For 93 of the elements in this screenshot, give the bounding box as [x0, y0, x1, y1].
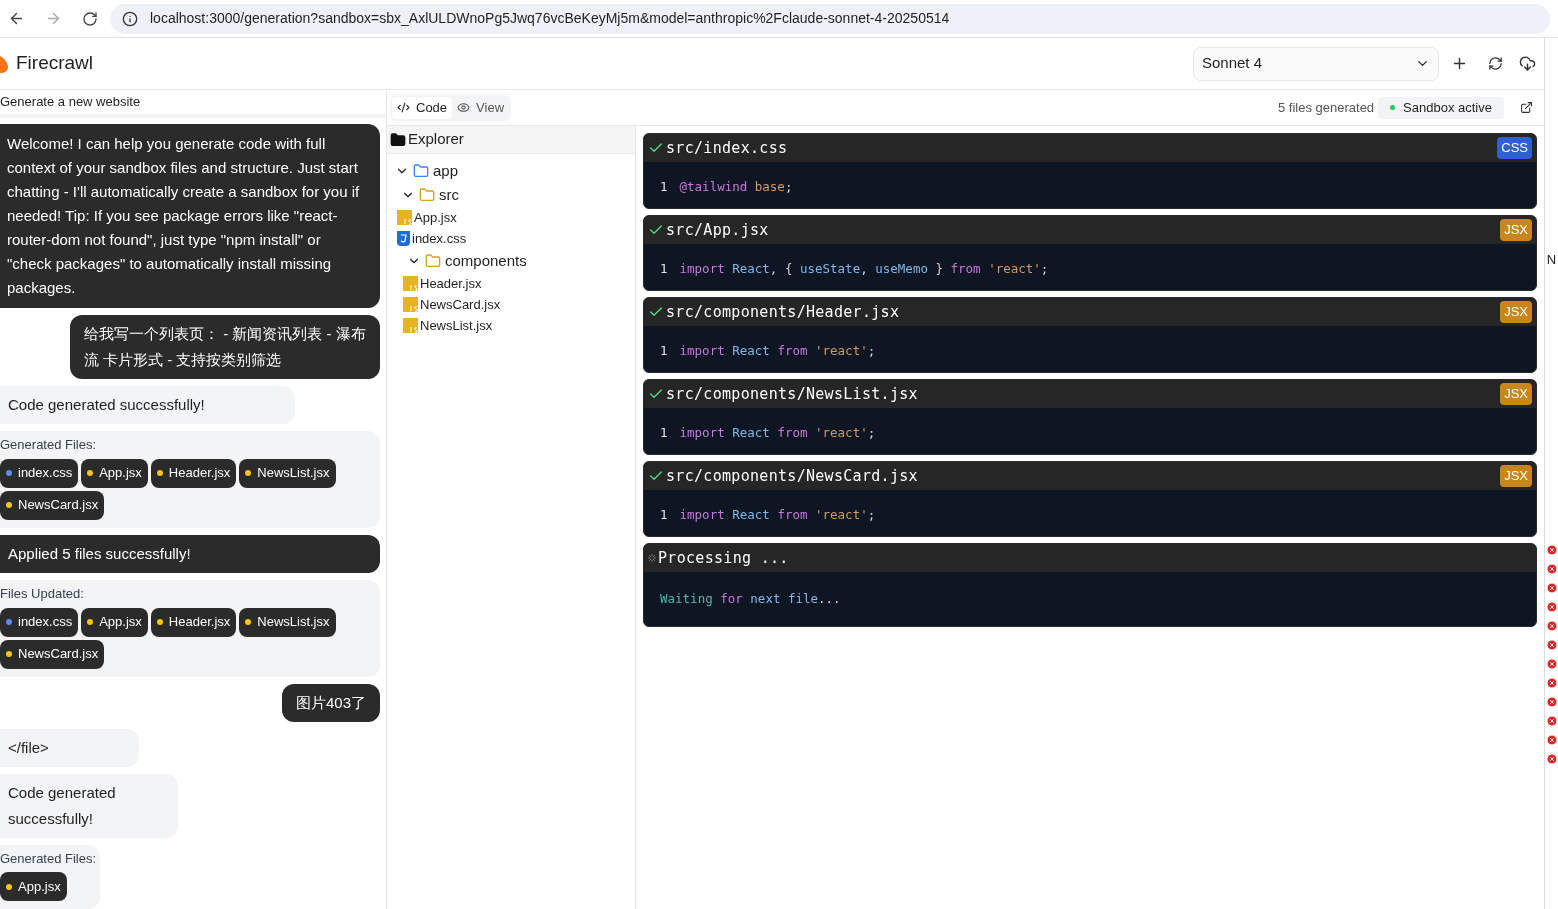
js-file-icon [403, 297, 418, 312]
file-chip[interactable]: App.jsx [81, 458, 148, 488]
explorer-title: Explorer [408, 129, 464, 150]
line-number: 1 [660, 505, 668, 524]
add-icon[interactable] [1451, 55, 1468, 72]
file-item[interactable]: index.css [387, 228, 635, 249]
file-name: Header.jsx [168, 464, 231, 483]
language-badge: JSX [1500, 301, 1532, 323]
file-item[interactable]: Header.jsx [387, 273, 635, 294]
sandbox-status: Sandbox active [1378, 96, 1504, 119]
file-name: App.jsx [99, 464, 142, 483]
back-icon[interactable] [8, 10, 25, 27]
file-name: NewsCard.jsx [18, 496, 99, 515]
file-name: index.css [18, 464, 73, 483]
brand-name: Firecrawl [16, 51, 94, 76]
code-icon [397, 101, 410, 114]
line-number: 1 [660, 341, 668, 360]
code-line: @tailwind base; [679, 177, 793, 196]
file-name: index.css [18, 613, 73, 632]
js-file-icon [397, 210, 412, 225]
folder-icon [425, 253, 441, 269]
file-chip[interactable]: index.css [0, 607, 79, 637]
url-text: localhost:3000/generation?sandbox=sbx_AxlULDWnoPg5Jwq76vcBeKeyMj5m&model=anthropic%2Fclaude-sonnet-4-20250514 [150, 9, 950, 28]
file-path: Processing ... [658, 547, 789, 569]
status-message: Code generated successfully! [0, 773, 178, 838]
line-number: 1 [660, 259, 668, 278]
tab[interactable]: Code [392, 96, 453, 119]
code-line: import React from 'react'; [679, 505, 876, 524]
user-message: 给我写一个列表页： - 新闻资讯列表 - 瀑布流 卡片形式 - 支持按类别筛选 [70, 315, 380, 379]
file-path: src/components/NewsCard.jsx [666, 465, 918, 487]
files-label: Generated Files: [0, 849, 97, 868]
file-name: NewsCard.jsx [18, 645, 99, 664]
files-label: Generated Files: [0, 436, 98, 454]
file-name: NewsList.jsx [257, 464, 330, 483]
folder-icon [419, 187, 435, 203]
file-item[interactable]: App.jsx [387, 207, 635, 228]
assistant-message: Welcome! I can help you generate code with full context of your sandbox files and structure. Just start chatting - I'll automatically create a sandbox for you if needed! Tip: If you see package errors like "react-router-dom not found", just type "npm install" or "check packages" to automatically install missing packages. [0, 124, 380, 308]
js-file-icon [403, 276, 418, 291]
code-line: import React, { useState, useMemo } from 'react'; [679, 259, 1049, 278]
address-bar[interactable]: localhost:3000/generation?sandbox=sbx_AxlULDWnoPg5Jwq76vcBeKeyMj5m&model=anthropic%2Fclaude-sonnet-4-20250514 [110, 3, 1550, 34]
file-path: src/App.jsx [666, 219, 769, 241]
status-message: </file> [0, 728, 139, 767]
files-count: 5 files generated [1277, 98, 1375, 117]
code-line: import React from 'react'; [679, 341, 876, 360]
file-name: App.jsx [99, 613, 142, 632]
code-line: import React from 'react'; [679, 423, 876, 442]
language-badge: JSX [1500, 465, 1532, 487]
file-chip[interactable]: Header.jsx [150, 458, 237, 488]
file-name: App.jsx [18, 877, 61, 896]
file-path: src/components/NewsList.jsx [666, 383, 918, 405]
line-number: 1 [660, 177, 668, 196]
file-chip[interactable]: App.jsx [81, 607, 148, 637]
css-file-icon [397, 231, 410, 246]
line-number: 1 [660, 423, 668, 442]
refresh-icon[interactable] [1488, 56, 1503, 71]
devtools-letter: N [1546, 251, 1557, 269]
file-chip[interactable]: NewsList.jsx [239, 607, 336, 637]
js-file-icon [403, 318, 418, 333]
folder-icon [390, 131, 406, 148]
folder-item[interactable]: app [387, 159, 635, 183]
file-chip[interactable]: NewsCard.jsx [0, 639, 105, 669]
folder-item[interactable]: components [387, 249, 635, 273]
user-message: 图片403了 [281, 683, 380, 722]
language-badge: JSX [1500, 219, 1532, 241]
info-icon [122, 10, 138, 27]
file-chip[interactable]: index.css [0, 458, 79, 488]
language-badge: CSS [1497, 137, 1532, 159]
external-link-icon[interactable] [1520, 101, 1533, 114]
eye-icon [457, 101, 471, 114]
chat-title: Generate a new website [0, 93, 141, 112]
file-chip[interactable]: NewsList.jsx [239, 458, 336, 488]
files-label: Files Updated: [0, 585, 85, 603]
file-path: src/index.css [666, 137, 788, 159]
file-chip[interactable]: App.jsx [0, 872, 67, 901]
folder-icon [413, 163, 429, 179]
file-name: Header.jsx [168, 613, 231, 632]
model-select[interactable]: Sonnet 4 [1193, 46, 1439, 81]
folder-item[interactable]: src [387, 183, 635, 207]
spinner-icon [648, 554, 656, 562]
tab[interactable]: View [452, 96, 510, 119]
language-badge: JSX [1500, 383, 1532, 405]
file-name: NewsList.jsx [257, 613, 330, 632]
file-item[interactable]: NewsCard.jsx [387, 294, 635, 315]
cloud-download-icon[interactable] [1519, 55, 1536, 72]
file-chip[interactable]: NewsCard.jsx [0, 490, 105, 520]
reload-icon[interactable] [82, 10, 98, 27]
status-message: Code generated successfully! [0, 386, 295, 424]
code-line: Waiting for next file... [660, 589, 841, 608]
applied-message: Applied 5 files successfully! [0, 534, 380, 573]
file-path: src/components/Header.jsx [666, 301, 900, 323]
flame-icon [0, 53, 9, 74]
file-item[interactable]: NewsList.jsx [387, 315, 635, 336]
file-chip[interactable]: Header.jsx [150, 607, 237, 637]
